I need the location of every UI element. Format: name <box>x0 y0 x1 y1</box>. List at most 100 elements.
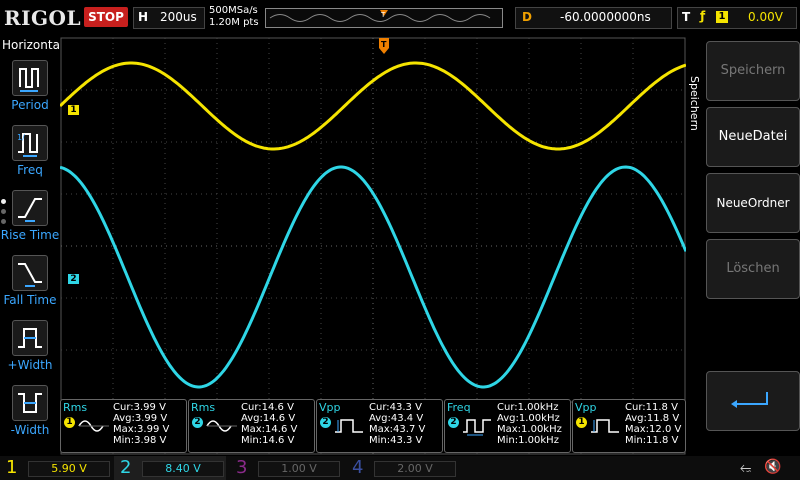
measurement-channel-badge: 2 <box>192 417 203 428</box>
return-arrow-icon <box>731 392 768 408</box>
measurement-avg: Avg:11.8 V <box>625 413 680 424</box>
measurement-avg: Avg:3.99 V <box>113 413 168 424</box>
speaker-muted-icon[interactable]: 🔇 <box>764 459 781 475</box>
measurement-min: Min:11.8 V <box>625 435 679 446</box>
measurement-min: Min:43.3 V <box>369 435 423 446</box>
measurement-cur: Cur:11.8 V <box>625 402 678 413</box>
ch1-waveform <box>58 61 687 151</box>
menu-item-label: Fall Time <box>3 293 57 307</box>
sine-icon <box>206 420 237 432</box>
measurement-max: Max:3.99 V <box>113 424 170 435</box>
channel-3-tab[interactable]: 3 1.00 V <box>230 456 342 480</box>
trigger-setting[interactable]: T ƒ 1 0.00V <box>677 7 797 29</box>
horizontal-key: H <box>138 10 149 24</box>
measurement-cur: Cur:14.6 V <box>241 402 294 413</box>
horizontal-measure-menu: Horizontal Period 1/ Freq Rise Time Fall… <box>0 36 64 456</box>
measurement-avg: Avg:1.00kHz <box>497 413 560 424</box>
channel-2-tab[interactable]: 2 8.40 V <box>114 456 226 480</box>
softkey-return[interactable] <box>706 371 800 431</box>
memory-waveform-icon: T <box>269 10 491 22</box>
channel-scale: 8.40 V <box>142 461 224 477</box>
ch2-offset-marker[interactable]: 2 <box>68 274 79 284</box>
freq-icon: 1/ <box>12 125 48 161</box>
neg-width-icon <box>12 385 48 421</box>
channel-scale: 5.90 V <box>28 461 110 477</box>
svg-text:T: T <box>381 40 387 49</box>
softkey-delete[interactable]: Löschen <box>706 239 800 299</box>
svg-text:T: T <box>380 11 386 19</box>
measurement-panel[interactable]: Vpp 1 Cur:11.8 V Avg:11.8 V Max:12.0 V M… <box>572 399 686 453</box>
measurement-min: Min:3.98 V <box>113 435 167 446</box>
measurement-max: Max:14.6 V <box>241 424 298 435</box>
channel-scale: 2.00 V <box>374 461 456 477</box>
channel-number: 3 <box>236 457 248 478</box>
channel-status-bar: 1 5.90 V 2 8.40 V 3 1.00 V 4 2.00 V ⭋ 🔇 <box>0 456 800 480</box>
sample-info: 500MSa/s 1.20M pts <box>209 5 259 29</box>
measurement-name: Vpp <box>319 401 341 414</box>
pulse-vpp-icon <box>591 419 619 433</box>
measurement-name: Vpp <box>575 401 597 414</box>
run-stop-button[interactable]: STOP <box>84 7 128 27</box>
measurement-avg: Avg:14.6 V <box>241 413 296 424</box>
memory-position-bar[interactable]: T <box>265 8 503 28</box>
measurement-panel[interactable]: Vpp 2 Cur:43.3 V Avg:43.4 V Max:43.7 V M… <box>316 399 443 453</box>
channel-number: 4 <box>352 457 364 478</box>
waveform-display[interactable] <box>58 36 688 456</box>
pos-width-icon <box>12 320 48 356</box>
trigger-level: 0.00V <box>748 10 783 24</box>
rise-time-icon <box>12 190 48 226</box>
measurement-cur: Cur:1.00kHz <box>497 402 559 413</box>
measurement-max: Max:43.7 V <box>369 424 426 435</box>
horizontal-value: 200us <box>160 10 197 24</box>
menu-item-label: +Width <box>7 358 53 372</box>
measurement-panel[interactable]: Rms 1 Cur:3.99 V Avg:3.99 V Max:3.99 V M… <box>60 399 187 453</box>
trigger-key: T <box>682 10 691 24</box>
menu-item-rise-time[interactable]: Rise Time <box>0 190 60 256</box>
menu-item-label: Freq <box>17 163 43 177</box>
menu-item-fall-time[interactable]: Fall Time <box>0 255 60 321</box>
menu-item-freq[interactable]: 1/ Freq <box>0 125 60 191</box>
sample-rate: 500MSa/s <box>209 5 258 16</box>
save-softkey-menu: Speichern Speichern NeueDatei NeueOrdner… <box>686 36 800 456</box>
softkey-new-folder[interactable]: NeueOrdner <box>706 173 800 233</box>
measurement-max: Max:12.0 V <box>625 424 682 435</box>
measurement-cur: Cur:3.99 V <box>113 402 166 413</box>
menu-page-indicator <box>1 209 6 214</box>
channel-4-tab[interactable]: 4 2.00 V <box>346 456 458 480</box>
measurement-name: Rms <box>63 401 88 414</box>
fall-time-icon <box>12 255 48 291</box>
measurement-min: Min:1.00kHz <box>497 435 559 446</box>
trigger-position-marker[interactable]: T <box>378 38 390 60</box>
menu-item-pos-width[interactable]: +Width <box>0 320 60 386</box>
menu-page-indicator <box>1 199 6 204</box>
channel-number: 1 <box>6 457 18 478</box>
measurement-channel-badge: 1 <box>64 417 75 428</box>
svg-text:1/: 1/ <box>17 133 25 142</box>
channel-number: 2 <box>120 457 132 478</box>
top-status-bar: RIGOL STOP H 200us 500MSa/s 1.20M pts T … <box>0 0 800 36</box>
channel-1-tab[interactable]: 1 5.90 V <box>0 456 112 480</box>
rising-edge-icon: ƒ <box>700 9 706 23</box>
measurement-panel[interactable]: Rms 2 Cur:14.6 V Avg:14.6 V Max:14.6 V M… <box>188 399 315 453</box>
measurement-panel[interactable]: Freq 2 Cur:1.00kHz Avg:1.00kHz Max:1.00k… <box>444 399 571 453</box>
trigger-source: 1 <box>716 11 728 23</box>
measurement-avg: Avg:43.4 V <box>369 413 424 424</box>
measurement-channel-badge: 2 <box>448 417 459 428</box>
measurement-channel-badge: 2 <box>320 417 331 428</box>
measurement-name: Freq <box>447 401 471 414</box>
left-menu-title: Horizontal <box>2 38 64 52</box>
softkey-save[interactable]: Speichern <box>706 41 800 101</box>
period-icon <box>12 60 48 96</box>
ch1-offset-marker[interactable]: 1 <box>68 105 79 115</box>
delay-setting[interactable]: D -60.0000000ns <box>515 7 672 29</box>
menu-item-period[interactable]: Period <box>0 60 60 126</box>
softkey-new-file[interactable]: NeueDatei <box>706 107 800 167</box>
brand-logo: RIGOL <box>4 6 82 30</box>
horizontal-timebase[interactable]: H 200us <box>133 7 205 29</box>
measurement-max: Max:1.00kHz <box>497 424 562 435</box>
measurement-channel-badge: 1 <box>576 417 587 428</box>
delay-value: -60.0000000ns <box>560 10 651 24</box>
menu-item-label: Rise Time <box>0 228 60 242</box>
menu-item-neg-width[interactable]: -Width <box>0 385 60 451</box>
measurement-cur: Cur:43.3 V <box>369 402 422 413</box>
